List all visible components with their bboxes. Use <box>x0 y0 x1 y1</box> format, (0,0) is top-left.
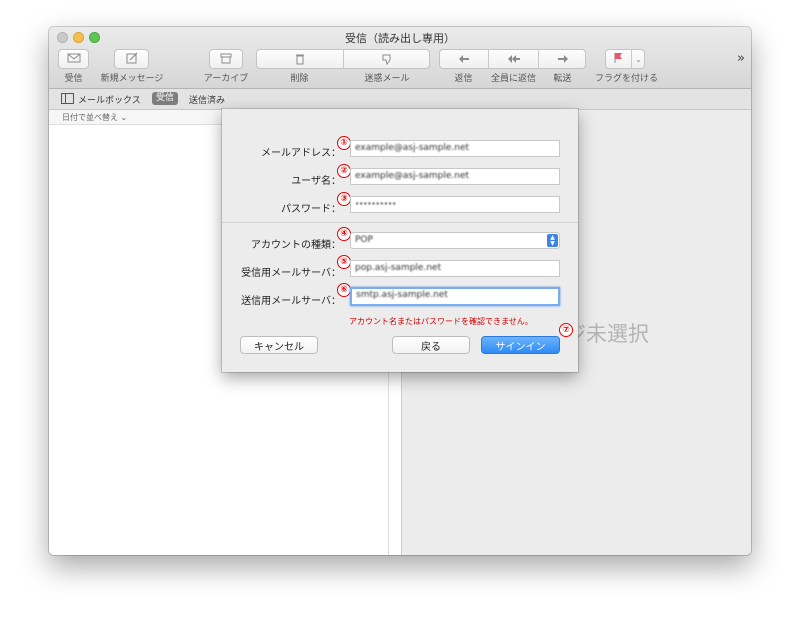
forward-button[interactable] <box>539 49 586 69</box>
junk-button[interactable] <box>344 49 430 69</box>
sort-by-date-button[interactable]: 日付で並べ替え ⌄ <box>62 112 127 123</box>
flag-icon <box>612 52 626 67</box>
junk-label: 迷惑メール <box>364 74 410 84</box>
incoming-server-value: pop.asj-sample.net <box>355 263 442 273</box>
archive-label: アーカイブ <box>203 74 249 84</box>
cancel-button[interactable]: キャンセル <box>240 336 318 354</box>
new-message-button[interactable] <box>114 49 149 69</box>
marker-3: ③ <box>337 192 351 206</box>
username-field-value: example@asj-sample.net <box>355 171 470 181</box>
error-message: アカウント名またはパスワードを確認できません。 <box>349 317 533 326</box>
account-setup-dialog: メールアドレス： ① example@asj-sample.net ユーザ名： … <box>222 109 578 372</box>
favorite-inbox[interactable]: 受信 <box>152 92 179 105</box>
reply-all-label: 全員に返信 <box>490 74 536 84</box>
email-label: メールアドレス： <box>261 148 341 159</box>
incoming-server-field[interactable]: pop.asj-sample.net <box>350 260 560 277</box>
sidebar-toggle-icon[interactable] <box>61 93 74 107</box>
reply-arrow-icon <box>457 50 471 69</box>
mailboxes-button[interactable]: メールボックス <box>78 93 141 106</box>
favorite-sent[interactable]: 送信済み <box>189 93 225 106</box>
marker-6: ⑥ <box>337 283 351 297</box>
forward-label: 転送 <box>553 74 572 84</box>
dialog-divider <box>222 222 578 223</box>
toolbar-overflow-button[interactable]: » <box>737 51 745 66</box>
username-field[interactable]: example@asj-sample.net <box>350 168 560 185</box>
get-mail-label: 受信 <box>64 74 83 84</box>
flag-label: フラグを付ける <box>595 74 659 84</box>
account-type-label: アカウントの種類： <box>251 240 341 251</box>
account-type-value: POP <box>355 235 373 245</box>
back-button[interactable]: 戻る <box>392 336 470 354</box>
password-label: パスワード： <box>281 204 341 215</box>
password-field-value: •••••••••• <box>355 200 397 208</box>
delete-label: 削除 <box>290 74 309 84</box>
envelope-icon <box>67 52 81 67</box>
compose-icon <box>125 52 139 67</box>
account-type-select[interactable]: POP ▲ ▼ <box>350 232 560 249</box>
window-title: 受信（読み出し専用） <box>345 32 455 45</box>
favorites-bar: メールボックス 受信 送信済み <box>49 89 751 110</box>
forward-arrow-icon <box>556 50 570 69</box>
marker-4: ④ <box>337 227 351 241</box>
title-bar: 受信（読み出し専用） 受信 新規メッセージ アーカイブ 削除 迷惑メール 返信 … <box>49 27 751 89</box>
outgoing-server-label: 送信用メールサーバ： <box>241 296 341 307</box>
username-label: ユーザ名： <box>291 176 341 187</box>
reply-all-arrow-icon <box>507 50 521 69</box>
marker-1: ① <box>337 136 351 150</box>
thumbs-down-icon <box>380 50 394 69</box>
marker-5: ⑤ <box>337 255 351 269</box>
archive-box-icon <box>219 52 233 67</box>
email-field-value: example@asj-sample.net <box>355 143 470 153</box>
reply-button[interactable] <box>439 49 488 69</box>
archive-button[interactable] <box>209 49 243 69</box>
flag-menu-chevron-icon[interactable]: ⌄ <box>632 49 645 69</box>
incoming-server-label: 受信用メールサーバ： <box>241 268 341 279</box>
marker-2: ② <box>337 164 351 178</box>
email-field[interactable]: example@asj-sample.net <box>350 140 560 157</box>
reply-all-button[interactable] <box>489 49 538 69</box>
delete-button[interactable] <box>256 49 343 69</box>
marker-7: ⑦ <box>559 323 573 337</box>
reply-label: 返信 <box>454 74 473 84</box>
outgoing-server-field[interactable]: smtp.asj-sample.net <box>350 287 560 306</box>
select-arrows-icon: ▲ ▼ <box>547 234 558 247</box>
new-message-label: 新規メッセージ <box>100 74 164 84</box>
get-mail-button[interactable] <box>58 49 89 69</box>
trash-icon <box>293 50 307 69</box>
password-field[interactable]: •••••••••• <box>350 196 560 213</box>
outgoing-server-value: smtp.asj-sample.net <box>356 290 448 300</box>
sign-in-button[interactable]: サインイン <box>481 336 560 354</box>
